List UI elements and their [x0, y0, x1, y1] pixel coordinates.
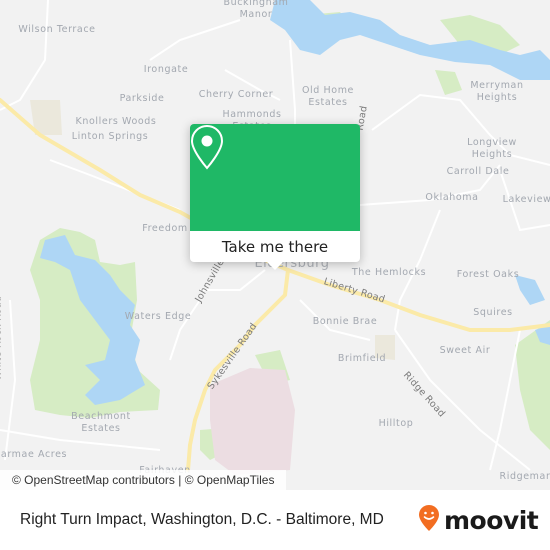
location-title: Right Turn Impact, Washington, D.C. - Ba… — [20, 511, 384, 528]
footer: Right Turn Impact, Washington, D.C. - Ba… — [0, 490, 550, 550]
place-oklahoma: Oklahoma — [425, 192, 479, 203]
place-beachmont-estates: Beachmont Estates — [71, 411, 131, 434]
place-irongate: Irongate — [143, 64, 189, 75]
place-parkside: Parkside — [119, 93, 165, 104]
place-buckingham-manor: Buckingham Manor — [223, 0, 289, 20]
place-merryman-heights: Merryman Heights — [470, 80, 524, 103]
popup-pointer — [267, 262, 283, 270]
place-ridgemar: Ridgemar — [499, 471, 550, 482]
place-hilltop: Hilltop — [378, 418, 414, 429]
popup-header — [190, 124, 360, 231]
place-carroll-dale: Carroll Dale — [446, 166, 510, 177]
place-bonnie-brae: Bonnie Brae — [312, 316, 378, 327]
place-cherry-corner: Cherry Corner — [198, 89, 274, 100]
moovit-logo[interactable]: moovit — [418, 504, 539, 536]
place-wilson-terrace: Wilson Terrace — [18, 24, 96, 35]
moovit-logo-text: moovit — [444, 505, 539, 535]
place-the-hemlocks: The Hemlocks — [351, 267, 427, 278]
place-lakeview: Lakeview — [502, 194, 550, 205]
take-me-there-button[interactable]: Take me there — [190, 231, 360, 262]
destination-popup[interactable]: Take me there — [190, 124, 360, 270]
place-waters-edge: Waters Edge — [124, 311, 192, 322]
place-longview-heights: Longview Heights — [467, 137, 517, 160]
place-squires: Squires — [473, 307, 513, 318]
place-knollers-woods: Knollers Woods — [75, 116, 157, 127]
place-brimfield: Brimfield — [337, 353, 387, 364]
place-freedom: Freedom — [142, 223, 188, 234]
place-old-home-estates: Old Home Estates — [301, 85, 355, 108]
moovit-pin-icon — [418, 504, 440, 536]
map-attribution[interactable]: © OpenStreetMap contributors | © OpenMap… — [0, 470, 287, 490]
place-sweet-air: Sweet Air — [439, 345, 491, 356]
map[interactable]: Wilson Terrace Buckingham Manor Irongate… — [0, 0, 550, 490]
place-forest-oaks: Forest Oaks — [456, 269, 520, 280]
place-linton-springs: Linton Springs — [71, 131, 149, 142]
place-carmae-acres: armae Acres — [0, 449, 68, 460]
road-label-white-rock: White Rock Road — [0, 295, 4, 381]
